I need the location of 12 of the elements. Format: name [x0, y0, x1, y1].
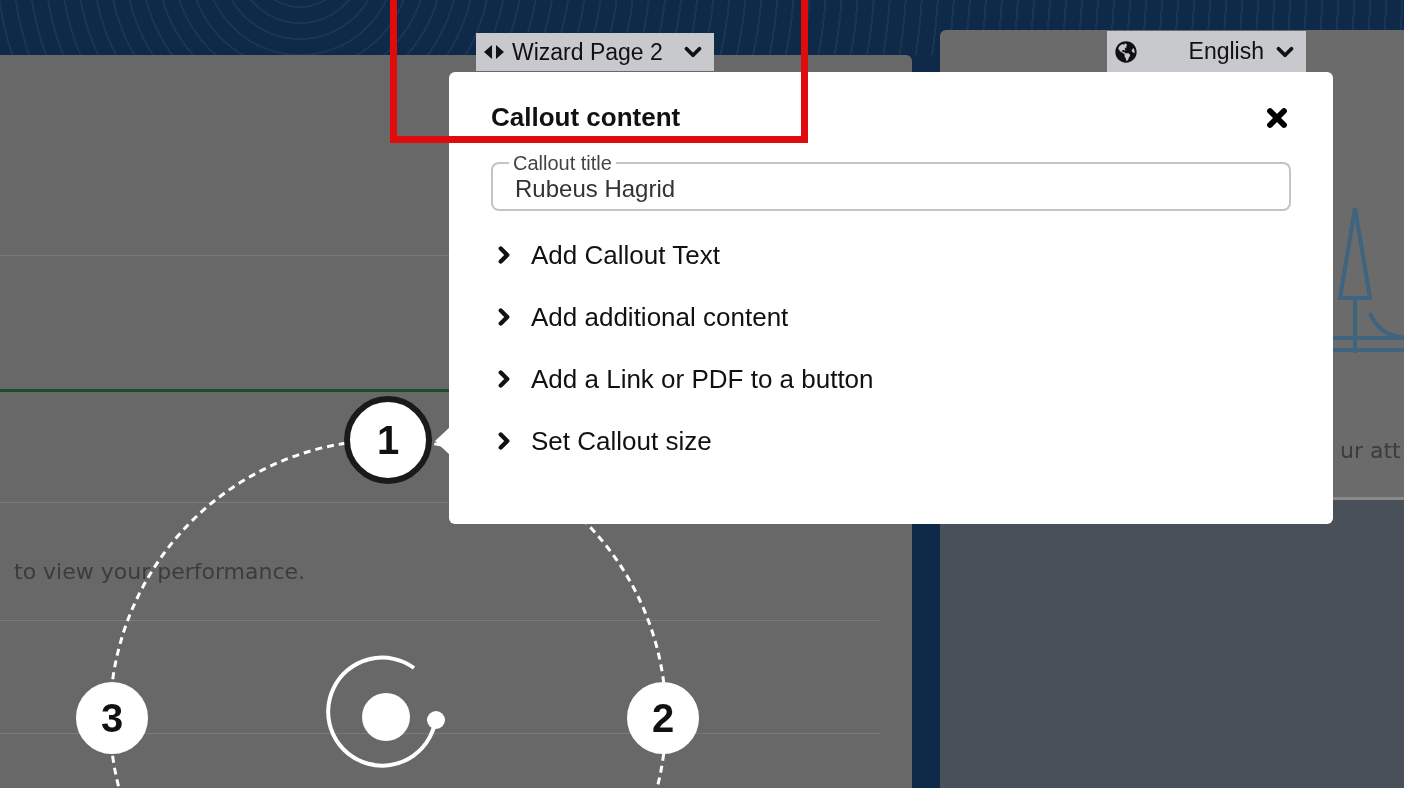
expand-section[interactable]: Add additional content: [491, 303, 789, 331]
expand-section[interactable]: Add Callout Text: [491, 241, 720, 269]
popup-title: Callout content: [491, 102, 681, 133]
left-right-arrows-icon: [484, 45, 504, 59]
target-icon: [326, 655, 445, 768]
page-selector[interactable]: Wizard Page 2: [476, 33, 714, 71]
language-selector[interactable]: English: [1107, 31, 1306, 72]
expand-section[interactable]: Add a Link or PDF to a button: [491, 365, 874, 393]
globe-icon: [1115, 40, 1137, 63]
expand-section[interactable]: Set Callout size: [491, 427, 712, 455]
callout-title-field[interactable]: Rubeus Hagrid: [491, 175, 1291, 211]
field-label: Callout title: [512, 151, 613, 175]
